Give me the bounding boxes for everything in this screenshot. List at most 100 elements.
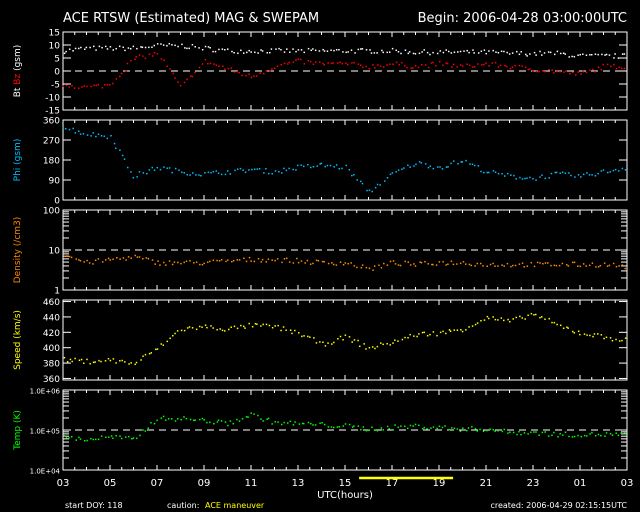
data-point bbox=[171, 171, 173, 174]
data-point bbox=[441, 426, 444, 429]
data-point bbox=[309, 166, 312, 169]
data-point bbox=[206, 326, 208, 329]
data-point bbox=[170, 418, 173, 420]
data-point bbox=[436, 427, 438, 430]
data-point bbox=[511, 66, 514, 68]
data-point bbox=[513, 174, 515, 177]
data-point bbox=[68, 255, 71, 258]
data-point bbox=[130, 362, 132, 364]
data-point bbox=[332, 426, 335, 429]
data-point bbox=[191, 43, 194, 46]
data-point bbox=[380, 427, 383, 429]
data-point bbox=[607, 171, 609, 174]
data-point bbox=[508, 53, 511, 55]
data-point bbox=[286, 48, 288, 50]
data-point bbox=[166, 167, 168, 169]
data-point bbox=[109, 359, 112, 362]
data-point bbox=[386, 425, 389, 428]
y-axis-label: Bt Bz (gsm) bbox=[13, 45, 23, 98]
data-point bbox=[167, 417, 170, 420]
data-point bbox=[309, 336, 311, 338]
data-point bbox=[538, 70, 540, 73]
data-point bbox=[329, 164, 332, 167]
data-point bbox=[461, 161, 464, 163]
data-point bbox=[162, 44, 165, 46]
data-point bbox=[339, 261, 342, 263]
data-point bbox=[351, 341, 353, 343]
data-point bbox=[579, 265, 582, 268]
y-axis-label-part: Bt bbox=[13, 87, 23, 97]
data-point bbox=[191, 75, 194, 78]
data-point bbox=[506, 51, 508, 54]
series-phi bbox=[62, 127, 627, 193]
data-point bbox=[515, 178, 517, 180]
data-point bbox=[424, 260, 426, 263]
data-point bbox=[473, 66, 476, 68]
data-point bbox=[532, 70, 534, 72]
data-point bbox=[64, 128, 67, 130]
data-point bbox=[318, 61, 321, 63]
data-point bbox=[476, 262, 479, 265]
data-point bbox=[227, 67, 230, 70]
data-point bbox=[407, 261, 410, 263]
x-tick-label: 03 bbox=[621, 478, 634, 489]
data-point bbox=[546, 262, 549, 264]
data-point bbox=[586, 172, 588, 174]
data-point bbox=[236, 70, 239, 73]
panel-temp: 1.0E+06 1.0E+05 1.0E+04 Temp (K) bbox=[13, 388, 628, 476]
data-point bbox=[281, 261, 283, 264]
data-point bbox=[198, 174, 200, 176]
data-point bbox=[256, 168, 259, 170]
data-point bbox=[288, 261, 291, 263]
data-point bbox=[148, 352, 151, 355]
data-point bbox=[543, 52, 546, 54]
data-point bbox=[250, 412, 252, 414]
data-point bbox=[95, 84, 98, 87]
data-point bbox=[274, 170, 277, 172]
data-point bbox=[75, 258, 78, 260]
data-point bbox=[253, 413, 255, 415]
data-point bbox=[360, 48, 362, 50]
data-point bbox=[92, 45, 95, 48]
data-point bbox=[566, 263, 568, 266]
data-point bbox=[621, 264, 624, 266]
data-point bbox=[379, 184, 381, 186]
data-point bbox=[450, 52, 453, 54]
data-point bbox=[265, 261, 268, 263]
data-point bbox=[218, 48, 220, 51]
data-point bbox=[590, 53, 593, 56]
data-point bbox=[270, 48, 273, 50]
caution-value: ACE maneuver bbox=[205, 501, 265, 510]
data-point bbox=[520, 51, 522, 53]
data-point bbox=[397, 51, 400, 53]
data-point bbox=[595, 266, 597, 268]
data-point bbox=[511, 52, 514, 54]
data-point bbox=[612, 262, 615, 265]
data-point bbox=[466, 49, 468, 52]
data-point bbox=[451, 427, 453, 429]
data-point bbox=[124, 436, 127, 438]
data-point bbox=[577, 174, 580, 176]
data-point bbox=[74, 47, 77, 50]
data-point bbox=[412, 52, 415, 55]
data-point bbox=[122, 257, 125, 259]
data-point bbox=[162, 344, 165, 346]
data-point bbox=[177, 45, 179, 48]
data-point bbox=[606, 265, 609, 267]
data-point bbox=[573, 435, 576, 438]
data-point bbox=[573, 261, 576, 264]
data-point bbox=[90, 85, 92, 88]
data-point bbox=[312, 48, 314, 50]
data-point bbox=[564, 431, 567, 433]
data-point bbox=[236, 418, 238, 421]
data-point bbox=[503, 175, 506, 177]
data-point bbox=[269, 51, 271, 54]
data-point bbox=[463, 50, 465, 52]
data-point bbox=[314, 424, 317, 426]
data-point bbox=[610, 65, 612, 68]
data-point bbox=[245, 75, 247, 77]
data-point bbox=[119, 75, 121, 78]
data-point bbox=[468, 326, 470, 328]
data-point bbox=[623, 53, 626, 55]
data-point bbox=[368, 346, 371, 349]
